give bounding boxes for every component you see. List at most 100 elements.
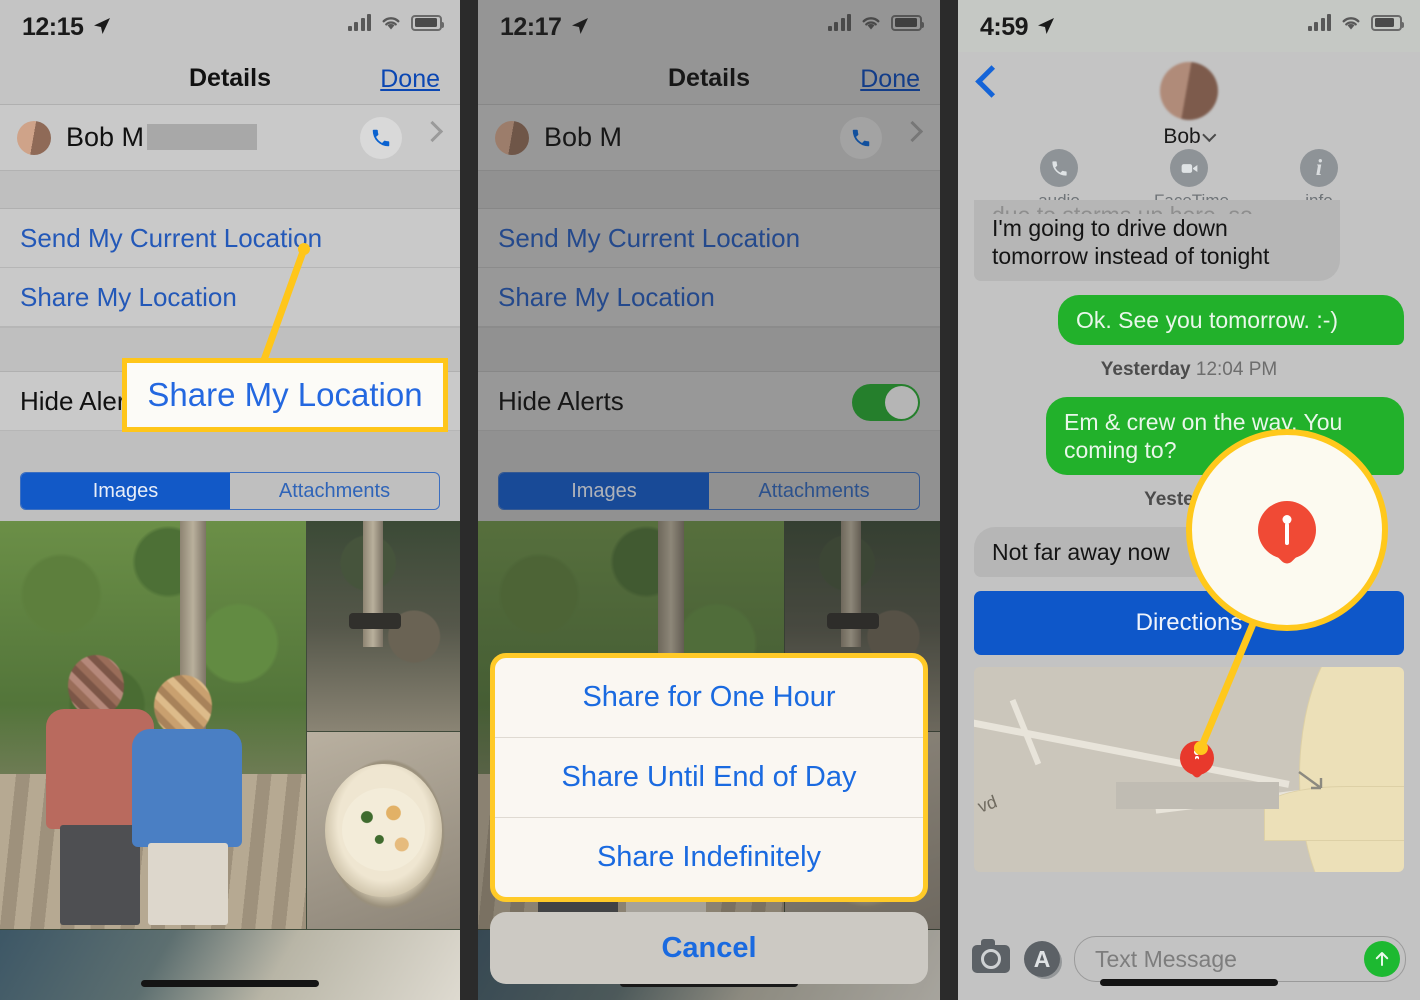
screenshot-stage: 12:15 Details Done Bob M Send My Current…: [0, 0, 1420, 1000]
status-indicators: [1307, 14, 1404, 31]
timestamp-time: 12:04 PM: [1195, 359, 1278, 381]
option-share-one-hour[interactable]: Share for One Hour: [495, 658, 923, 738]
cellular-bars-icon: [827, 14, 851, 31]
status-bar: 4:59: [958, 0, 1420, 52]
status-bar: 12:17: [478, 0, 940, 52]
chevron-right-icon: [901, 120, 924, 143]
row-label: Send My Current Location: [498, 222, 801, 253]
photo-thumb[interactable]: [307, 732, 460, 929]
row-send-current-location[interactable]: Send My Current Location: [0, 209, 460, 268]
avatar: [17, 120, 51, 155]
tab-attachments[interactable]: Attachments: [230, 473, 439, 509]
row-share-my-location[interactable]: Share My Location: [0, 268, 460, 327]
redaction-block: [1115, 782, 1280, 809]
action-sheet-options: Share for One Hour Share Until End of Da…: [490, 653, 928, 902]
conversation-header: Bob audio FaceTime i info: [958, 52, 1420, 210]
status-indicators: [347, 14, 444, 31]
wifi-icon: [1340, 14, 1362, 31]
app-store-icon[interactable]: A: [1024, 941, 1060, 977]
phone-icon[interactable]: [840, 117, 882, 159]
message-bubble-me[interactable]: Ok. See you tomorrow. :-): [1058, 295, 1404, 346]
section-gap: [478, 171, 940, 209]
photo-grid: [0, 521, 460, 1000]
map-pin-icon: [1258, 501, 1316, 567]
tab-images[interactable]: Images: [21, 473, 230, 509]
photo-thumb[interactable]: [0, 521, 306, 929]
option-share-indefinitely[interactable]: Share Indefinitely: [495, 818, 923, 897]
segmented-control[interactable]: Images Attachments: [20, 472, 440, 510]
battery-icon: [1371, 14, 1404, 31]
tab-attachments[interactable]: Attachments: [709, 473, 919, 509]
timestamp-day: Yesterday: [1100, 359, 1191, 381]
message-clipped-line: due to storms up here, so: [992, 204, 1322, 214]
panel-divider: [460, 0, 478, 1000]
callout-share-my-location: Share My Location: [122, 358, 448, 432]
status-time: 4:59: [980, 13, 1029, 41]
send-arrow-up-icon[interactable]: [1364, 941, 1400, 977]
battery-icon: [411, 14, 444, 31]
message-input-field[interactable]: Text Message: [1074, 936, 1406, 982]
map-attachment[interactable]: vd: [974, 667, 1404, 873]
hide-alerts-toggle[interactable]: [852, 384, 920, 421]
location-arrow-icon: [570, 16, 590, 42]
row-hide-alerts[interactable]: Hide Alerts: [478, 372, 940, 431]
redaction-block: [147, 124, 258, 150]
cellular-bars-icon: [1307, 14, 1331, 31]
chevron-left-icon[interactable]: [975, 65, 1008, 98]
contact-row[interactable]: Bob M: [0, 105, 460, 171]
row-label: Share My Location: [498, 281, 715, 312]
street-label: vd: [975, 791, 1000, 818]
contact-name: Bob: [1163, 125, 1201, 148]
section-gap: [478, 431, 940, 461]
callout-text: Share My Location: [147, 376, 423, 413]
phone-panel-details-redacted: 12:15 Details Done Bob M Send My Current…: [0, 0, 460, 1000]
message-text: I'm going to drive down tomorrow instead…: [992, 215, 1270, 270]
done-button[interactable]: Done: [860, 65, 920, 94]
contact-name: Bob M: [544, 122, 623, 152]
home-indicator: [1100, 979, 1278, 986]
row-share-my-location[interactable]: Share My Location: [478, 268, 940, 327]
home-indicator: [141, 980, 319, 987]
video-camera-icon: [1170, 149, 1208, 187]
avatar: [495, 120, 529, 155]
photo-thumb[interactable]: [307, 521, 460, 731]
section-gap: [0, 171, 460, 209]
camera-icon[interactable]: [972, 939, 1010, 973]
info-icon: i: [1300, 149, 1338, 187]
direction-arrow-icon: [1297, 770, 1322, 789]
phone-icon: [1040, 149, 1078, 187]
panel-divider: [940, 0, 958, 1000]
status-time: 12:17: [500, 13, 562, 41]
status-indicators: [827, 14, 924, 31]
location-arrow-icon: [92, 16, 112, 42]
cellular-bars-icon: [347, 14, 371, 31]
avatar[interactable]: [1160, 62, 1218, 120]
message-bubble-them[interactable]: due to storms up here, so I'm going to d…: [974, 200, 1340, 282]
segmented-control-wrap: Images Attachments: [478, 461, 940, 521]
status-time: 12:15: [22, 13, 84, 41]
photo-subject: [132, 675, 242, 925]
contact-row[interactable]: Bob M: [478, 105, 940, 171]
message-input-bar: A Text Message: [958, 918, 1420, 1000]
photo-thumb[interactable]: [0, 930, 460, 1000]
status-bar: 12:15: [0, 0, 460, 52]
chevron-down-icon: [1202, 127, 1217, 143]
segmented-control[interactable]: Images Attachments: [498, 472, 920, 510]
row-label: Share My Location: [20, 281, 237, 312]
chevron-right-icon: [421, 120, 444, 143]
contact-name: Bob M: [66, 122, 145, 152]
option-share-end-of-day[interactable]: Share Until End of Day: [495, 738, 923, 818]
contact-name-row[interactable]: Bob: [1163, 125, 1217, 149]
contact-name-wrap: Bob M: [66, 122, 258, 153]
tab-images[interactable]: Images: [499, 473, 709, 509]
done-button[interactable]: Done: [380, 65, 440, 94]
row-label: Hide Alerts: [498, 385, 624, 416]
message-input-placeholder: Text Message: [1095, 945, 1237, 972]
phone-icon[interactable]: [360, 117, 402, 159]
row-label: Send My Current Location: [20, 222, 323, 253]
cancel-button[interactable]: Cancel: [490, 912, 928, 984]
segmented-control-wrap: Images Attachments: [0, 461, 460, 521]
action-sheet: Share for One Hour Share Until End of Da…: [490, 653, 928, 984]
section-gap: [0, 431, 460, 461]
row-send-current-location[interactable]: Send My Current Location: [478, 209, 940, 268]
